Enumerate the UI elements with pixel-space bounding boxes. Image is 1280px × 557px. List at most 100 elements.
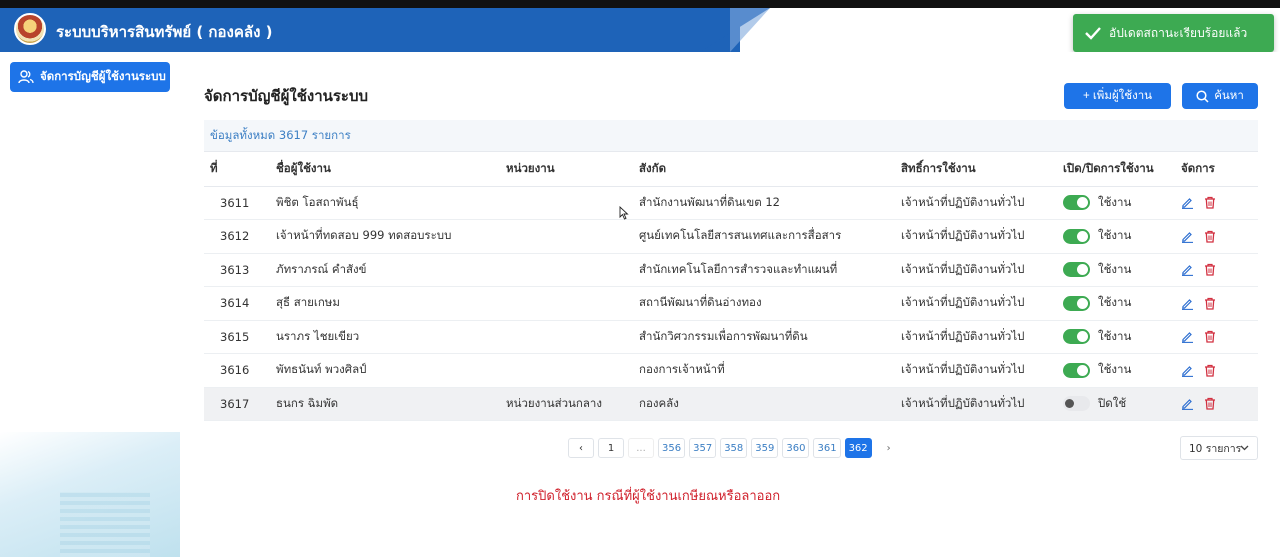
total-count: ข้อมูลทั้งหมด 3617 รายการ — [204, 120, 1258, 152]
toggle-knob — [1077, 197, 1088, 209]
column-header: เปิด/ปิดการใช้งาน — [1057, 152, 1175, 187]
toggle-knob — [1077, 230, 1088, 242]
status-toggle[interactable] — [1063, 262, 1090, 278]
user-role: เจ้าหน้าที่ปฏิบัติงานทั่วไป — [895, 320, 1057, 354]
disable-note: การปิดใช้งาน กรณีที่ผู้ใช้งานเกษียณหรือล… — [516, 489, 781, 504]
page-button[interactable]: 356 — [658, 438, 686, 458]
page-button[interactable]: 1 — [598, 438, 624, 458]
row-number: 3612 — [204, 219, 270, 254]
column-header: สังกัด — [633, 152, 895, 187]
add-user-button[interactable]: + เพิ่มผู้ใช้งาน — [1064, 83, 1171, 109]
search-button[interactable]: ค้นหา — [1182, 83, 1258, 109]
top-strip — [0, 0, 1280, 8]
page-button[interactable]: 358 — [720, 438, 748, 458]
actions-cell — [1175, 253, 1258, 287]
mouse-cursor-icon — [619, 206, 629, 220]
page-ellipsis: ... — [628, 438, 654, 458]
search-icon — [1196, 89, 1209, 103]
table-row: 3611 พิชิต โอสถาพันธุ์ สำนักงานพัฒนาที่ดิน… — [204, 186, 1258, 220]
user-unit: หน่วยงานส่วนกลาง — [500, 387, 633, 421]
status-toggle[interactable] — [1063, 362, 1090, 378]
page-button[interactable]: 360 — [782, 438, 810, 458]
actions-cell — [1175, 387, 1258, 421]
user-unit — [500, 253, 633, 287]
status-cell: ใช้งาน — [1057, 286, 1175, 321]
delete-icon[interactable] — [1204, 196, 1216, 209]
user-affiliation: สถานีพัฒนาที่ดินอ่างทอง — [633, 286, 895, 321]
status-cell: ใช้งาน — [1057, 186, 1175, 220]
status-toggle[interactable] — [1063, 329, 1090, 345]
status-label: ใช้งาน — [1098, 261, 1132, 276]
user-unit — [500, 353, 633, 388]
user-name: พิชิต โอสถาพันธุ์ — [270, 186, 500, 220]
page-button[interactable]: 359 — [751, 438, 779, 458]
user-role: เจ้าหน้าที่ปฏิบัติงานทั่วไป — [895, 387, 1057, 421]
user-unit — [500, 286, 633, 321]
status-toggle[interactable] — [1063, 195, 1090, 211]
table-row: 3614 สุธี สายเกษม สถานีพัฒนาที่ดินอ่างทองเ… — [204, 286, 1258, 321]
actions-cell — [1175, 320, 1258, 354]
row-number: 3614 — [204, 286, 270, 321]
edit-icon[interactable] — [1181, 397, 1194, 411]
page-button[interactable]: 361 — [813, 438, 841, 458]
user-role: เจ้าหน้าที่ปฏิบัติงานทั่วไป — [895, 353, 1057, 388]
status-toggle[interactable] — [1063, 396, 1090, 412]
users-table-container: ข้อมูลทั้งหมด 3617 รายการ ที่ ชื่อผู้ใช้… — [204, 120, 1258, 421]
user-unit — [500, 320, 633, 354]
status-toggle[interactable] — [1063, 228, 1090, 244]
app-title: ระบบบริหารสินทรัพย์ ( กองคลัง ) — [56, 23, 273, 41]
user-unit — [500, 219, 633, 254]
actions-cell — [1175, 286, 1258, 321]
success-toast: อัปเดตสถานะเรียบร้อยแล้ว — [1073, 14, 1274, 52]
sidebar: จัดการบัญชีผู้ใช้งานระบบ — [0, 52, 180, 557]
column-header: จัดการ — [1175, 152, 1258, 187]
chevron-down-icon — [1240, 445, 1249, 451]
edit-icon[interactable] — [1181, 263, 1194, 277]
user-affiliation: สำนักงานพัฒนาที่ดินเขต 12 — [633, 186, 895, 220]
status-label: ใช้งาน — [1098, 362, 1132, 377]
toast-message: อัปเดตสถานะเรียบร้อยแล้ว — [1109, 25, 1248, 40]
page-size-select[interactable]: 10 รายการ — [1180, 436, 1258, 460]
sidebar-item-user-management[interactable]: จัดการบัญชีผู้ใช้งานระบบ — [10, 62, 170, 92]
delete-icon[interactable] — [1204, 397, 1216, 410]
table-row: 3612 เจ้าหน้าที่ทดสอบ 999 ทดสอบระบบ ศูนย์เ… — [204, 219, 1258, 254]
sidebar-item-label: จัดการบัญชีผู้ใช้งานระบบ — [40, 69, 166, 83]
edit-icon[interactable] — [1181, 364, 1194, 377]
user-name: สุธี สายเกษม — [270, 286, 500, 321]
page-button[interactable]: 357 — [689, 438, 717, 458]
user-name: เจ้าหน้าที่ทดสอบ 999 ทดสอบระบบ — [270, 219, 500, 254]
user-affiliation: สำนักวิศวกรรมเพื่อการพัฒนาที่ดิน — [633, 320, 895, 354]
check-icon — [1085, 27, 1101, 40]
user-affiliation: สำนักเทคโนโลยีการสำรวจและทำแผนที่ — [633, 253, 895, 287]
users-icon — [18, 70, 34, 84]
pagination: ‹ 1 ... 356 357 358 359 360 361 362 › — [568, 438, 906, 458]
delete-icon[interactable] — [1204, 330, 1216, 343]
page-title: จัดการบัญชีผู้ใช้งานระบบ — [204, 87, 369, 105]
status-toggle[interactable] — [1063, 295, 1090, 311]
delete-icon[interactable] — [1204, 364, 1216, 377]
user-name: ธนกร ฉิมพัด — [270, 387, 500, 421]
user-name: นราภร ไชยเขียว — [270, 320, 500, 354]
actions-cell — [1175, 353, 1258, 388]
status-label: ปิดใช้ — [1098, 395, 1127, 410]
user-role: เจ้าหน้าที่ปฏิบัติงานทั่วไป — [895, 186, 1057, 220]
delete-icon[interactable] — [1204, 263, 1216, 276]
column-header: หน่วยงาน — [500, 152, 633, 187]
prev-page-button[interactable]: ‹ — [568, 438, 594, 458]
user-name: พัทธนันท์ พวงศิลป์ — [270, 353, 500, 388]
column-header: สิทธิ์การใช้งาน — [895, 152, 1057, 187]
user-affiliation: กองการเจ้าหน้าที่ — [633, 353, 895, 388]
status-cell: ใช้งาน — [1057, 320, 1175, 354]
edit-icon[interactable] — [1181, 330, 1194, 344]
delete-icon[interactable] — [1204, 297, 1216, 310]
next-page-button[interactable]: › — [875, 438, 902, 458]
user-affiliation: ศูนย์เทคโนโลยีสารสนเทศและการสื่อสาร — [633, 219, 895, 254]
edit-icon[interactable] — [1181, 297, 1194, 310]
edit-icon[interactable] — [1181, 196, 1194, 210]
user-unit — [500, 186, 633, 220]
current-page-button[interactable]: 362 — [844, 438, 872, 458]
user-role: เจ้าหน้าที่ปฏิบัติงานทั่วไป — [895, 219, 1057, 254]
user-role: เจ้าหน้าที่ปฏิบัติงานทั่วไป — [895, 253, 1057, 287]
delete-icon[interactable] — [1204, 230, 1216, 243]
edit-icon[interactable] — [1181, 230, 1194, 243]
